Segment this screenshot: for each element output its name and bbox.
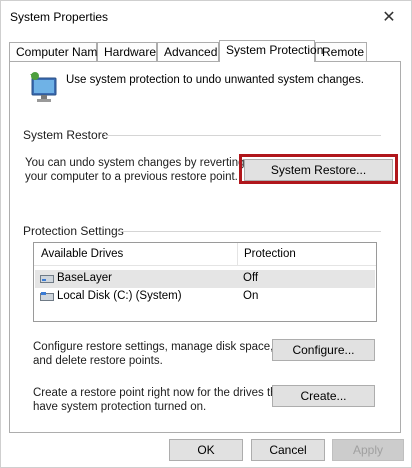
cancel-button-label: Cancel <box>269 443 307 457</box>
column-header-available-drives[interactable]: Available Drives <box>41 248 123 260</box>
configure-desc-2: and delete restore points. <box>33 355 163 367</box>
table-row[interactable]: Local Disk (C:) (System) On <box>35 288 375 306</box>
system-restore-group-label: System Restore <box>23 128 113 142</box>
system-restore-button-label: System Restore... <box>270 163 367 177</box>
ok-button[interactable]: OK <box>169 439 243 461</box>
configure-button[interactable]: Configure... <box>272 339 375 361</box>
drive-name: BaseLayer <box>57 272 112 284</box>
ok-button-label: OK <box>197 443 215 457</box>
drive-name: Local Disk (C:) (System) <box>57 290 182 302</box>
tab-hardware[interactable]: Hardware <box>97 42 157 61</box>
configure-desc-1: Configure restore settings, manage disk … <box>33 341 274 353</box>
system-properties-window: System Properties ✕ Computer Name Hardwa… <box>0 0 412 468</box>
system-restore-desc-2: your computer to a previous restore poin… <box>25 171 238 183</box>
column-separator[interactable] <box>237 243 238 265</box>
group-divider <box>117 231 381 232</box>
apply-button[interactable]: Apply <box>332 439 404 461</box>
group-divider <box>105 135 381 136</box>
create-desc-1: Create a restore point right now for the… <box>33 387 287 399</box>
intro-text: Use system protection to undo unwanted s… <box>66 74 364 86</box>
protection-settings-group-label: Protection Settings <box>23 224 128 238</box>
create-button-label: Create... <box>300 389 347 403</box>
drive-protection-status: Off <box>243 272 259 284</box>
system-restore-button[interactable]: System Restore... <box>244 159 393 181</box>
tab-computer-name[interactable]: Computer Name <box>9 42 104 61</box>
close-icon[interactable]: ✕ <box>379 7 399 27</box>
tab-advanced[interactable]: Advanced <box>157 42 219 61</box>
window-title: System Properties <box>10 10 109 24</box>
tab-panel-system-protection: Use system protection to undo unwanted s… <box>9 61 401 433</box>
drive-protection-status: On <box>243 290 259 302</box>
system-restore-desc-1: You can undo system changes by reverting <box>25 157 245 169</box>
system-protection-icon <box>30 72 57 102</box>
title-bar: System Properties ✕ <box>1 1 411 33</box>
drive-icon <box>40 275 54 283</box>
drives-list-header: Available Drives Protection <box>34 243 376 266</box>
table-row[interactable]: BaseLayer Off <box>35 270 375 288</box>
apply-button-label: Apply <box>352 443 384 457</box>
cancel-button[interactable]: Cancel <box>251 439 325 461</box>
drives-list[interactable]: Available Drives Protection BaseLayer Of… <box>33 242 377 322</box>
tab-system-protection[interactable]: System Protection <box>219 40 323 62</box>
create-desc-2: have system protection turned on. <box>33 401 207 413</box>
create-button[interactable]: Create... <box>272 385 375 407</box>
column-header-protection[interactable]: Protection <box>244 248 296 260</box>
configure-button-label: Configure... <box>292 343 355 357</box>
system-drive-icon <box>40 292 54 301</box>
